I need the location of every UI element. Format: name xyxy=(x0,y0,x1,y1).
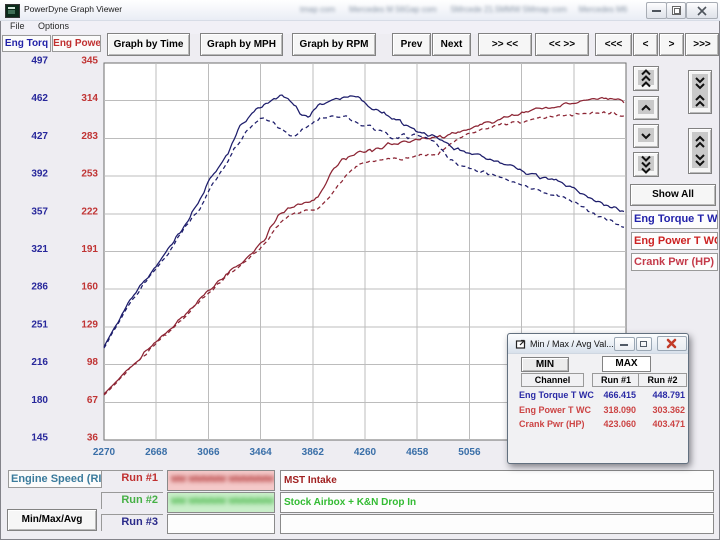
svg-text:345: 345 xyxy=(81,56,98,67)
svg-text:283: 283 xyxy=(81,131,98,142)
svg-text:145: 145 xyxy=(31,433,48,444)
svg-text:4260: 4260 xyxy=(354,447,377,458)
svg-text:321: 321 xyxy=(31,244,48,255)
svg-text:3464: 3464 xyxy=(249,447,272,458)
svg-text:314: 314 xyxy=(81,93,98,104)
svg-text:222: 222 xyxy=(81,206,98,217)
svg-text:160: 160 xyxy=(81,282,98,293)
svg-text:67: 67 xyxy=(87,395,99,406)
svg-text:191: 191 xyxy=(81,244,98,255)
svg-text:357: 357 xyxy=(31,206,48,217)
svg-text:98: 98 xyxy=(87,357,99,368)
svg-text:2668: 2668 xyxy=(145,447,168,458)
svg-text:180: 180 xyxy=(31,395,48,406)
svg-text:216: 216 xyxy=(31,357,48,368)
svg-text:497: 497 xyxy=(31,56,48,67)
svg-text:2270: 2270 xyxy=(93,447,116,458)
svg-text:253: 253 xyxy=(81,169,98,180)
svg-text:129: 129 xyxy=(81,319,98,330)
svg-text:392: 392 xyxy=(31,169,48,180)
svg-text:36: 36 xyxy=(87,433,99,444)
svg-text:286: 286 xyxy=(31,282,48,293)
svg-text:462: 462 xyxy=(31,93,48,104)
svg-text:3066: 3066 xyxy=(197,447,220,458)
svg-text:4658: 4658 xyxy=(406,447,429,458)
svg-text:3862: 3862 xyxy=(302,447,325,458)
svg-text:5056: 5056 xyxy=(458,447,481,458)
svg-text:427: 427 xyxy=(31,131,48,142)
svg-text:251: 251 xyxy=(31,319,48,330)
